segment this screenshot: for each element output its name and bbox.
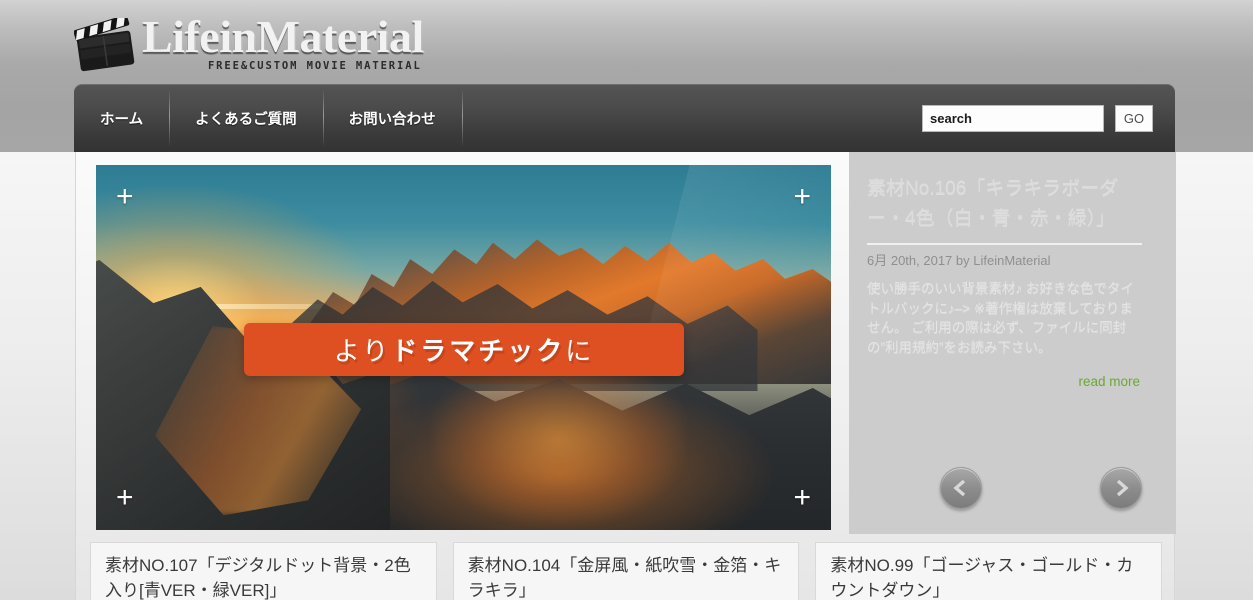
plus-marker-icon: +: [793, 481, 811, 514]
search-input[interactable]: [922, 104, 1104, 132]
nav-item-label: お問い合わせ: [348, 111, 436, 128]
plus-marker-icon: +: [793, 180, 811, 213]
search-go-button[interactable]: GO: [1115, 104, 1153, 132]
read-more-link[interactable]: read more: [1078, 374, 1140, 389]
hero-slider-image[interactable]: + + + + よりドラマチックに: [96, 165, 831, 530]
featured-post-date: 6月 20th, 2017 by LifeinMaterial: [867, 253, 1051, 268]
clapperboard-icon: [74, 18, 136, 76]
thumbnail-title: 素材NO.104「金屏風・紙吹雪・金箔・キラキラ」: [467, 556, 782, 600]
list-item[interactable]: 素材NO.104「金屏風・紙吹雪・金箔・キラキラ」: [452, 542, 800, 600]
list-item[interactable]: 素材NO.99「ゴージャス・ゴールド・カウントダウン」: [815, 542, 1163, 600]
list-item[interactable]: 素材NO.107「デジタルドット背景・2色入り[青VER・緑VER]」: [90, 542, 437, 600]
chevron-left-icon: [951, 478, 971, 498]
logo-text-block: LifeinMaterial FREE&CUSTOM MOVIE MATERIA…: [142, 10, 424, 72]
logo-title: LifeinMaterial: [142, 11, 424, 62]
thumbnail-title: 素材NO.107「デジタルドット背景・2色入り[青VER・緑VER]」: [105, 556, 411, 600]
nav-item-faq[interactable]: よくあるご質問: [169, 84, 323, 152]
page-root: LifeinMaterial FREE&CUSTOM MOVIE MATERIA…: [0, 0, 1253, 600]
recent-posts-strip: 素材NO.107「デジタルドット背景・2色入り[青VER・緑VER]」 素材NO…: [76, 534, 1176, 600]
main-navigation: ホーム よくあるご質問 お問い合わせ GO: [74, 84, 1175, 152]
hero-caption-prefix: より: [333, 337, 392, 367]
search-box: GO: [922, 104, 1153, 132]
chevron-right-icon: [1111, 478, 1131, 498]
nav-item-label: よくあるご質問: [195, 111, 297, 128]
hero-caption-banner: よりドラマチックに: [244, 323, 684, 376]
read-more-row: read more: [867, 373, 1142, 391]
carousel-next-button[interactable]: [1100, 467, 1142, 509]
right-margin: [1176, 152, 1253, 600]
hero-caption-strong: ドラマチック: [391, 337, 566, 367]
carousel-prev-button[interactable]: [940, 467, 982, 509]
content-container: + + + + よりドラマチックに 素材No.106「キラキラボーダー・4色（白…: [75, 152, 1176, 600]
site-logo[interactable]: LifeinMaterial FREE&CUSTOM MOVIE MATERIA…: [74, 10, 424, 76]
hero-caption-text: よりドラマチックに: [334, 331, 595, 368]
left-margin: [0, 152, 75, 600]
plus-marker-icon: +: [116, 180, 134, 213]
nav-item-home[interactable]: ホーム: [74, 84, 169, 152]
thumbnail-title: 素材NO.99「ゴージャス・ゴールド・カウントダウン」: [830, 556, 1134, 600]
featured-post-panel: 素材No.106「キラキラボーダー・4色（白・青・赤・緑）」 6月 20th, …: [849, 152, 1176, 534]
nav-item-label: ホーム: [100, 111, 144, 128]
hero-glow-center: [434, 354, 684, 523]
plus-marker-icon: +: [116, 481, 134, 514]
divider: [867, 243, 1142, 245]
nav-item-contact[interactable]: お問い合わせ: [322, 84, 462, 152]
featured-post-title[interactable]: 素材No.106「キラキラボーダー・4色（白・青・赤・緑）」: [867, 174, 1142, 234]
nav-divider: [461, 90, 463, 146]
hero-caption-suffix: に: [565, 337, 595, 367]
carousel-controls: [849, 467, 1176, 523]
featured-post-description: 使い勝手のいい背景素材♪ お好きな色でタイトルバックに♪–> ※著作権は放棄して…: [867, 281, 1135, 355]
site-header: LifeinMaterial FREE&CUSTOM MOVIE MATERIA…: [0, 0, 1253, 152]
featured-post-inner: 素材No.106「キラキラボーダー・4色（白・青・赤・緑）」 6月 20th, …: [849, 152, 1176, 391]
